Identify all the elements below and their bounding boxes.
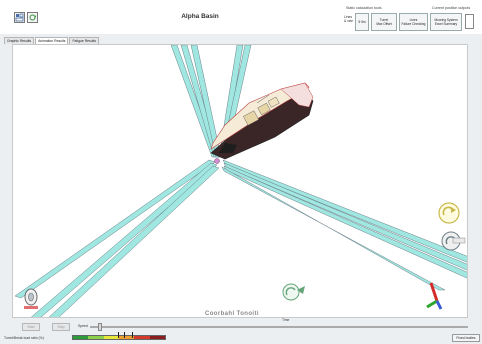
time-slider-thumb[interactable] bbox=[97, 323, 102, 331]
load-ratio-bar bbox=[72, 335, 166, 340]
result-tabs: Graphic Results Animation Results Fatigu… bbox=[4, 37, 100, 45]
animation-controls: Start Stop Speed Time Turret/Break load … bbox=[0, 318, 482, 344]
mooring-scene bbox=[14, 45, 467, 317]
tab-graphic-results[interactable]: Graphic Results bbox=[4, 37, 35, 44]
load-marker-1 bbox=[118, 332, 119, 338]
wave-direction-icon bbox=[282, 283, 305, 301]
page-title: Alpha Basin bbox=[181, 13, 219, 20]
load-ratio-label: Turret/Break load ratio (%) bbox=[4, 336, 44, 340]
load-segment-1 bbox=[88, 336, 104, 339]
mooring-line-sw2 bbox=[30, 162, 218, 317]
load-marker-2 bbox=[124, 332, 125, 338]
viewport-watermark: Coorbahl Tonoiti bbox=[205, 311, 259, 317]
time-slider-track[interactable] bbox=[90, 326, 468, 328]
mooring-line-e1 bbox=[222, 159, 467, 263]
load-segment-0 bbox=[73, 336, 89, 339]
current-direction-icon bbox=[438, 202, 460, 224]
mooring-lines bbox=[14, 45, 467, 317]
turret-max-offset-button[interactable]: Turret Max Offset bbox=[371, 13, 397, 31]
start-button[interactable]: Start bbox=[22, 323, 40, 331]
animation-viewport[interactable]: Coorbahl Tonoiti bbox=[12, 44, 468, 318]
5m-button[interactable]: 5·5m bbox=[355, 13, 369, 31]
mooring-line-e3 bbox=[223, 165, 467, 279]
turret-point bbox=[214, 158, 220, 164]
lines-rate-label: Lines & rate bbox=[344, 15, 354, 23]
mooring-system-excel-summary-button[interactable]: Mooring System Excel Summary bbox=[430, 13, 462, 31]
app-window: Alpha Basin Static calculation tools Cur… bbox=[0, 0, 482, 344]
fixed-bodies-button[interactable]: Fixed bodies bbox=[452, 334, 480, 342]
time-label: Time bbox=[282, 318, 290, 322]
mooring-line-sw1 bbox=[14, 159, 216, 299]
stop-button[interactable]: Stop bbox=[52, 323, 70, 331]
tab-fatigue-results[interactable]: Fatigue Results bbox=[69, 37, 100, 44]
refresh-icon bbox=[29, 14, 37, 21]
view-toggle-button[interactable] bbox=[14, 12, 25, 23]
load-segment-4 bbox=[134, 336, 150, 339]
mooring-line-sw3 bbox=[48, 165, 220, 317]
mooring-line-e2 bbox=[223, 162, 467, 271]
wind-direction-icon bbox=[441, 231, 466, 251]
compass-icon bbox=[24, 288, 38, 309]
mooring-line-se1 bbox=[221, 166, 446, 291]
layout-icon bbox=[15, 13, 24, 22]
static-tools-group-label: Static calculation tools bbox=[346, 6, 382, 10]
lines-failure-checking-button[interactable]: Lines Failure Checking bbox=[399, 13, 428, 31]
load-marker-3 bbox=[132, 332, 133, 338]
load-segment-2 bbox=[103, 336, 119, 339]
side-panel-strip bbox=[470, 44, 480, 318]
load-segment-5 bbox=[149, 336, 165, 339]
speed-label: Speed bbox=[78, 324, 88, 328]
refresh-button[interactable] bbox=[27, 12, 38, 23]
excel-export-button[interactable] bbox=[465, 14, 474, 29]
position-outputs-group-label: Current position outputs bbox=[432, 6, 471, 10]
toolbar-header: Alpha Basin Static calculation tools Cur… bbox=[0, 0, 482, 34]
